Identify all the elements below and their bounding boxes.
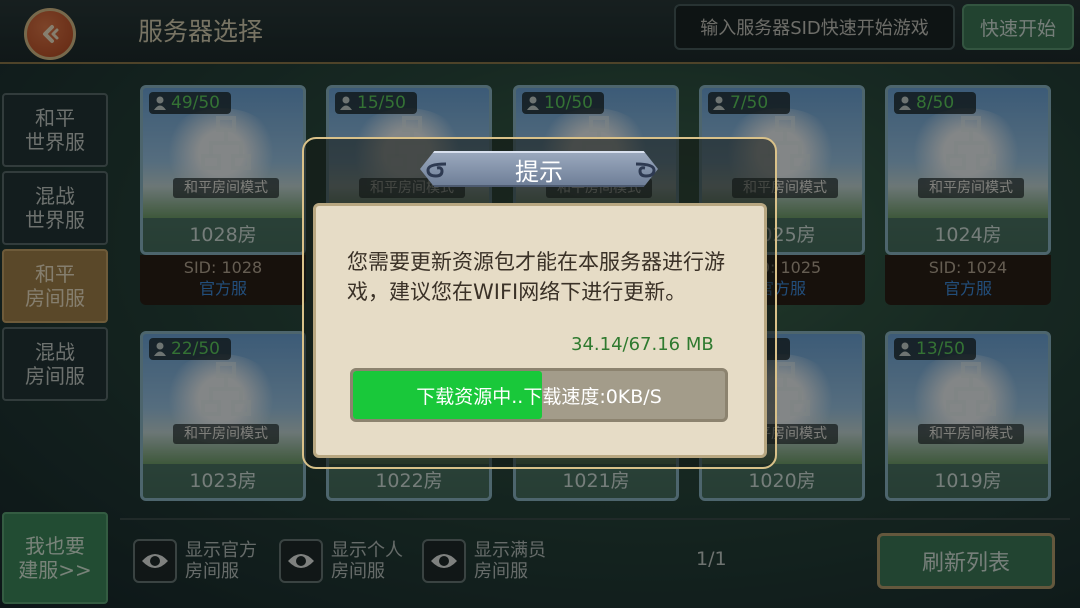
download-progress-bar: 下载资源中..下载速度:0KB/S	[350, 368, 728, 422]
progress-text: 下载资源中..下载速度:0KB/S	[416, 385, 662, 408]
dialog-title: 提示	[420, 151, 658, 187]
download-size: 34.14/67.16 MB	[571, 334, 714, 355]
scroll-ornament-icon	[426, 162, 447, 178]
dialog-message: 您需要更新资源包才能在本服务器进行游戏，建议您在WIFI网络下进行更新。	[347, 250, 725, 304]
scroll-ornament-icon	[635, 162, 656, 178]
